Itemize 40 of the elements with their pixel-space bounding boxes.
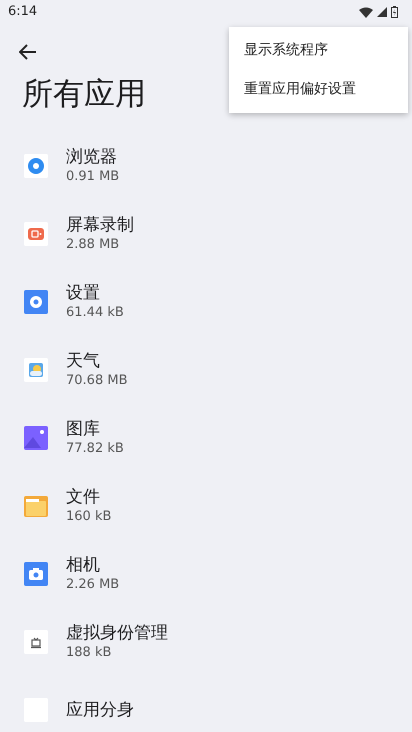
- app-name: 虚拟身份管理: [66, 622, 168, 644]
- wifi-icon: [359, 6, 373, 18]
- app-list-item[interactable]: 应用分身: [0, 676, 412, 732]
- browser-icon: [24, 154, 48, 178]
- app-list-item[interactable]: 屏幕录制 2.88 MB: [0, 200, 412, 268]
- app-list-item[interactable]: 设置 61.44 kB: [0, 268, 412, 336]
- back-icon: [19, 44, 37, 60]
- app-name: 天气: [66, 350, 101, 372]
- app-name: 应用分身: [66, 699, 134, 721]
- folder-icon: [24, 494, 48, 518]
- camera-icon: [24, 562, 48, 586]
- gallery-icon: [24, 426, 48, 450]
- screen-recorder-icon: [24, 222, 48, 246]
- app-list-item[interactable]: 图库 77.82 kB: [0, 404, 412, 472]
- app-name: 文件: [66, 486, 101, 508]
- app-size: 77.82 kB: [66, 440, 124, 458]
- app-size: 70.68 MB: [66, 372, 128, 390]
- app-list-item[interactable]: 文件 160 kB: [0, 472, 412, 540]
- app-size: 2.26 MB: [66, 576, 120, 594]
- app-name: 浏览器: [66, 146, 118, 168]
- page-title: 所有应用: [22, 75, 146, 114]
- app-size: 61.44 kB: [66, 304, 124, 322]
- app-list-item[interactable]: 虚拟身份管理 188 kB: [0, 608, 412, 676]
- app-name: 屏幕录制: [66, 214, 134, 236]
- app-name: 设置: [66, 282, 101, 304]
- app-size: 160 kB: [66, 508, 112, 526]
- app-size: 188 kB: [66, 644, 112, 662]
- app-list-item[interactable]: 天气 70.68 MB: [0, 336, 412, 404]
- weather-icon: [24, 358, 48, 382]
- menu-item[interactable]: 重置应用偏好设置: [229, 70, 408, 109]
- status-time: 6:14: [8, 3, 38, 22]
- app-list-item[interactable]: 相机 2.26 MB: [0, 540, 412, 608]
- battery-icon: [391, 6, 398, 18]
- app-name: 相机: [66, 554, 101, 576]
- app-size: 2.88 MB: [66, 236, 120, 254]
- app-name: 图库: [66, 418, 101, 440]
- app-list-item[interactable]: 浏览器 0.91 MB: [0, 132, 412, 200]
- menu-item[interactable]: 显示系统程序: [229, 31, 408, 70]
- signal-icon: [377, 7, 387, 17]
- app-size: 0.91 MB: [66, 168, 120, 186]
